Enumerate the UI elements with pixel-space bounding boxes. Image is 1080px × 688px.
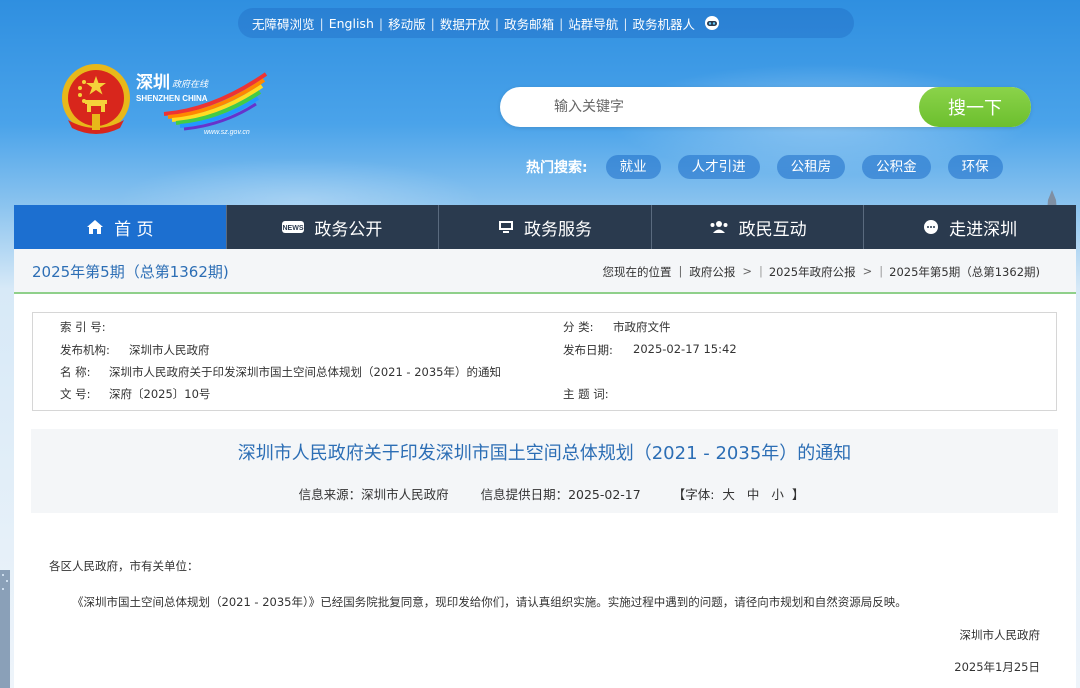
font-size-large[interactable]: 大 bbox=[722, 487, 735, 502]
nav-gov-affairs-label: 政务公开 bbox=[314, 219, 383, 240]
hot-tag-environment[interactable]: 环保 bbox=[947, 155, 1003, 179]
breadcrumb: 您现在的位置 | 政府公报 > | 2025年政府公报 > | 2025年第5期… bbox=[602, 264, 1040, 280]
svg-text:NEWS: NEWS bbox=[283, 225, 304, 232]
meta-row: 名 称: 深圳市人民政府关于印发深圳市国土空间总体规划（2021 - 2035年… bbox=[33, 364, 1056, 386]
hot-tag-public-housing[interactable]: 公租房 bbox=[776, 155, 846, 179]
category-value: 市政府文件 bbox=[613, 320, 671, 334]
breadcrumb-issue[interactable]: 2025年第5期（总第1362期) bbox=[889, 264, 1040, 280]
name-value: 深圳市人民政府关于印发深圳市国土空间总体规划（2021 - 2035年）的通知 bbox=[109, 365, 501, 379]
gov-mail-link[interactable]: 政务邮箱 bbox=[500, 14, 558, 33]
news-icon: NEWS bbox=[282, 220, 305, 234]
font-size-label: 【字体: bbox=[672, 487, 715, 502]
nav-home-label: 首 页 bbox=[114, 219, 154, 240]
meta-row: 发布机构: 深圳市人民政府 发布日期: 2025-02-17 15:42 bbox=[33, 342, 1056, 364]
category-label: 分 类: bbox=[563, 320, 594, 334]
logo-url: www.sz.gov.cn bbox=[204, 129, 250, 136]
accessibility-link[interactable]: 无障碍浏览 bbox=[248, 14, 319, 33]
shenzhen-gov-logo[interactable]: 深圳 政府在线 SHENZHEN CHINA www.sz.gov.cn bbox=[134, 70, 274, 136]
document-title: 深圳市人民政府关于印发深圳市国土空间总体规划（2021 - 2035年）的通知 bbox=[237, 443, 852, 464]
logo-title: 深圳 bbox=[136, 72, 170, 93]
main-nav: 首 页 NEWS 政务公开 政务服务 政民互动 走进深圳 bbox=[14, 205, 1076, 249]
publisher-value: 深圳市人民政府 bbox=[129, 343, 210, 357]
subject-label: 主 题 词: bbox=[563, 387, 609, 401]
search-box: 搜一下 bbox=[500, 87, 1031, 127]
hot-search-label: 热门搜索: bbox=[526, 160, 588, 176]
breadcrumb-separator: > bbox=[862, 264, 873, 278]
document-metadata: 索 引 号: 分 类: 市政府文件 发布机构: 深圳市人民政府 发布日期: 20… bbox=[32, 312, 1057, 411]
doc-no-label: 文 号: bbox=[60, 387, 91, 401]
nav-home[interactable]: 首 页 bbox=[14, 205, 227, 249]
index-no-label: 索 引 号: bbox=[60, 320, 106, 334]
search-input[interactable] bbox=[540, 87, 910, 127]
nav-interaction[interactable]: 政民互动 bbox=[652, 205, 865, 249]
robot-icon[interactable] bbox=[703, 15, 721, 31]
document-info: 信息来源：深圳市人民政府 信息提供日期：2025-02-17 【字体: 大 中 … bbox=[31, 484, 1058, 503]
hot-tag-talent[interactable]: 人才引进 bbox=[677, 155, 760, 179]
hot-searches: 热门搜索: 就业 人才引进 公租房 公积金 环保 bbox=[526, 154, 1020, 180]
people-icon bbox=[709, 220, 729, 234]
sign-date: 2025年1月25日 bbox=[954, 660, 1040, 674]
city-illustration bbox=[0, 560, 14, 688]
search-button[interactable]: 搜一下 bbox=[919, 87, 1031, 127]
meta-row: 文 号: 深府〔2025〕10号 主 题 词: bbox=[33, 386, 1056, 408]
nav-gov-services[interactable]: 政务服务 bbox=[439, 205, 652, 249]
font-size-small[interactable]: 小 bbox=[771, 487, 784, 502]
date-value: 2025-02-17 15:42 bbox=[633, 342, 737, 356]
issue-bar: 2025年第5期（总第1362期) 您现在的位置 | 政府公报 > | 2025… bbox=[14, 249, 1076, 294]
hot-tag-employment[interactable]: 就业 bbox=[605, 155, 661, 179]
chat-icon bbox=[923, 219, 939, 235]
top-link-bar: 无障碍浏览 | English | 移动版 | 数据开放 | 政务邮箱 | 站群… bbox=[238, 8, 854, 38]
site-nav-link[interactable]: 站群导航 bbox=[564, 14, 622, 33]
salutation: 各区人民政府，市有关单位： bbox=[49, 559, 199, 573]
nav-about-shenzhen[interactable]: 走进深圳 bbox=[864, 205, 1076, 249]
open-data-link[interactable]: 数据开放 bbox=[436, 14, 494, 33]
nav-about-shenzhen-label: 走进深圳 bbox=[949, 219, 1018, 240]
logo-latin: SHENZHEN CHINA bbox=[136, 94, 208, 103]
breadcrumb-separator: | bbox=[678, 264, 683, 278]
nav-gov-affairs[interactable]: NEWS 政务公开 bbox=[227, 205, 440, 249]
breadcrumb-gazette[interactable]: 政府公报 bbox=[689, 264, 735, 280]
document-header: 深圳市人民政府关于印发深圳市国土空间总体规划（2021 - 2035年）的通知 … bbox=[31, 429, 1058, 513]
breadcrumb-location-label: 您现在的位置 bbox=[602, 265, 672, 279]
name-label: 名 称: bbox=[60, 365, 91, 379]
robot-link[interactable]: 政务机器人 bbox=[629, 14, 700, 33]
hot-tag-housing-fund[interactable]: 公积金 bbox=[862, 155, 931, 179]
content-panel: 2025年第5期（总第1362期) 您现在的位置 | 政府公报 > | 2025… bbox=[14, 249, 1076, 688]
breadcrumb-separator: > bbox=[742, 264, 752, 278]
logo-subtitle: 政府在线 bbox=[172, 79, 209, 90]
font-size-medium[interactable]: 中 bbox=[747, 487, 760, 502]
meta-row: 索 引 号: 分 类: 市政府文件 bbox=[33, 319, 1056, 341]
breadcrumb-separator: | bbox=[758, 264, 763, 278]
doc-no-value: 深府〔2025〕10号 bbox=[109, 387, 211, 401]
issue-title: 2025年第5期（总第1362期) bbox=[32, 263, 229, 281]
nav-gov-services-label: 政务服务 bbox=[523, 219, 592, 240]
national-emblem-logo bbox=[58, 60, 134, 140]
date-label: 发布日期: bbox=[563, 343, 613, 357]
signature: 深圳市人民政府 bbox=[959, 628, 1041, 642]
font-size-close: 】 bbox=[791, 487, 805, 502]
nav-interaction-label: 政民互动 bbox=[738, 219, 807, 240]
info-source: 信息来源：深圳市人民政府 bbox=[298, 487, 449, 502]
publisher-label: 发布机构: bbox=[60, 343, 110, 357]
english-link[interactable]: English bbox=[325, 16, 378, 31]
body-paragraph: 《深圳市国土空间总体规划（2021 - 2035年）》已经国务院批复同意，现印发… bbox=[72, 595, 907, 609]
breadcrumb-separator: | bbox=[879, 264, 884, 278]
mobile-link[interactable]: 移动版 bbox=[384, 14, 430, 33]
monitor-icon bbox=[498, 220, 514, 234]
breadcrumb-year[interactable]: 2025年政府公报 bbox=[769, 264, 856, 280]
home-icon bbox=[86, 219, 104, 235]
info-provide-date: 信息提供日期：2025-02-17 bbox=[480, 487, 641, 502]
